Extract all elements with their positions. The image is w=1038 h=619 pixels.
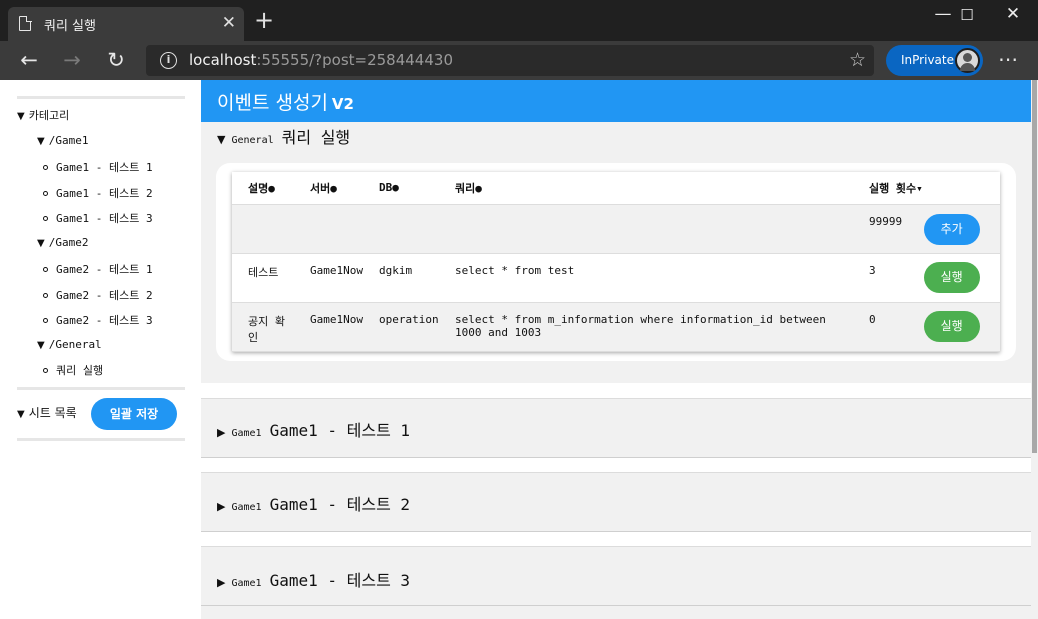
- bullet-icon: [43, 293, 48, 298]
- row-server: Game1Now: [294, 302, 363, 352]
- section-header-general[interactable]: ▼ General 쿼리 실행: [217, 124, 350, 148]
- tab-title: 쿼리 실행: [44, 19, 96, 34]
- app-title: 이벤트 생성기 V2: [217, 92, 354, 114]
- browser-tab[interactable]: 쿼리 실행 ✕: [8, 7, 244, 41]
- row-count: 3: [869, 263, 876, 277]
- bullet-icon: [43, 216, 48, 221]
- row-desc: 테스트: [232, 253, 294, 303]
- forward-arrow-icon[interactable]: →: [58, 48, 86, 72]
- column-header-desc[interactable]: 설명●: [232, 172, 294, 205]
- tree-item[interactable]: 쿼리 실행: [43, 362, 103, 378]
- expanded-triangle-icon: ▼: [217, 133, 226, 146]
- tree-item[interactable]: Game1 - 테스트 1: [43, 159, 153, 175]
- collapsed-triangle-icon: ▶: [217, 576, 226, 589]
- group-general[interactable]: ▼/General: [37, 338, 102, 351]
- divider: [201, 532, 1031, 546]
- desc-input[interactable]: [232, 204, 294, 254]
- add-button[interactable]: 추가: [923, 213, 980, 245]
- profile-avatar-icon: [955, 48, 980, 73]
- group-game1[interactable]: ▼/Game1: [37, 134, 88, 147]
- address-bar[interactable]: i localhost:55555/?post=258444430 ☆: [146, 45, 874, 76]
- db-input[interactable]: [363, 204, 439, 254]
- column-header-db[interactable]: DB●: [363, 172, 439, 205]
- server-input[interactable]: [294, 204, 363, 254]
- column-header-server[interactable]: 서버●: [294, 172, 363, 205]
- section-header[interactable]: ▶ Game1 Game1 - 테스트 3: [217, 567, 410, 591]
- tree-item[interactable]: Game1 - 테스트 2: [43, 185, 153, 201]
- sidebar: ▼ 카테고리 ▼/Game1 Game1 - 테스트 1 Game1 - 테스트 …: [0, 80, 200, 619]
- row-query: select * from m_information where inform…: [439, 302, 869, 352]
- sheet-list-toggle[interactable]: ▼ 시트 목록: [17, 404, 77, 421]
- collapsed-triangle-icon: ▶: [217, 426, 226, 439]
- row-query: select * from test: [439, 253, 869, 303]
- run-button[interactable]: 실행: [923, 310, 980, 342]
- page-viewport: ▼ 카테고리 ▼/Game1 Game1 - 테스트 1 Game1 - 테스트 …: [0, 80, 1038, 619]
- close-window-button[interactable]: ✕: [990, 4, 1036, 24]
- bullet-icon: [43, 368, 48, 373]
- expanded-triangle-icon: ▼: [17, 409, 25, 420]
- scrollbar-thumb[interactable]: [1032, 80, 1037, 453]
- category-toggle[interactable]: ▼ 카테고리: [17, 107, 69, 123]
- save-all-button[interactable]: 일괄 저장: [91, 398, 177, 430]
- browser-toolbar: ← → ↻ i localhost:55555/?post=258444430 …: [0, 41, 1038, 80]
- refresh-icon[interactable]: ↻: [102, 48, 130, 72]
- divider: [17, 438, 185, 441]
- query-table: 설명● 서버● DB● 쿼리● 실행 횟수▾ 99999 추가 테스트 Game…: [232, 172, 1000, 352]
- app-version: V2: [331, 95, 354, 113]
- bullet-icon: [43, 165, 48, 170]
- expanded-triangle-icon: ▼: [37, 136, 45, 147]
- inprivate-button[interactable]: InPrivate: [886, 45, 983, 76]
- tree-item[interactable]: Game2 - 테스트 3: [43, 312, 153, 328]
- new-tab-button[interactable]: +: [254, 8, 274, 32]
- page-icon: [19, 15, 32, 31]
- maximize-button[interactable]: ☐: [944, 6, 990, 24]
- row-server: Game1Now: [294, 253, 363, 303]
- browser-tab-strip: 쿼리 실행 ✕ + — ☐ ✕: [0, 0, 1038, 41]
- query-input[interactable]: [439, 204, 869, 254]
- section-panel[interactable]: ▶ Game1 Game1 - 테스트 1: [201, 398, 1031, 458]
- table-row: 공지 확인 Game1Now operation select * from m…: [232, 302, 1000, 352]
- query-card: 설명● 서버● DB● 쿼리● 실행 횟수▾ 99999 추가 테스트 Game…: [216, 163, 1016, 361]
- group-game2[interactable]: ▼/Game2: [37, 236, 88, 249]
- tab-close-icon[interactable]: ✕: [222, 13, 236, 33]
- page-scrollbar[interactable]: [1031, 80, 1038, 619]
- divider: [201, 383, 1031, 398]
- divider: [201, 458, 1031, 472]
- run-button[interactable]: 실행: [923, 261, 980, 293]
- tree-item[interactable]: Game2 - 테스트 2: [43, 287, 153, 303]
- column-header-query[interactable]: 쿼리●: [439, 172, 869, 205]
- row-db: dgkim: [363, 253, 439, 303]
- back-arrow-icon[interactable]: ←: [15, 48, 43, 72]
- column-header-count[interactable]: 실행 횟수▾: [869, 172, 1000, 205]
- table-row: 테스트 Game1Now dgkim select * from test 3 …: [232, 253, 1000, 303]
- expanded-triangle-icon: ▼: [17, 111, 25, 122]
- collapsed-triangle-icon: ▶: [217, 500, 226, 513]
- tree-item[interactable]: Game2 - 테스트 1: [43, 261, 153, 277]
- count-input[interactable]: 99999: [869, 215, 917, 228]
- site-info-icon[interactable]: i: [160, 52, 177, 69]
- section-header[interactable]: ▶ Game1 Game1 - 테스트 1: [217, 417, 410, 441]
- main-content: 이벤트 생성기 V2 ▼ General 쿼리 실행 설명● 서버● DB● 쿼리● …: [201, 80, 1031, 619]
- bullet-icon: [43, 191, 48, 196]
- expanded-triangle-icon: ▼: [37, 238, 45, 249]
- app-header: 이벤트 생성기 V2: [201, 80, 1031, 122]
- bullet-icon: [43, 267, 48, 272]
- section-panel[interactable]: ▶ Game1 Game1 - 테스트 2: [201, 472, 1031, 532]
- divider: [17, 96, 185, 99]
- inprivate-label: InPrivate: [901, 53, 954, 67]
- row-desc: 공지 확인: [232, 302, 294, 352]
- url-text[interactable]: localhost:55555/?post=258444430: [189, 51, 453, 69]
- divider: [17, 387, 185, 390]
- expanded-triangle-icon: ▼: [37, 340, 45, 351]
- tree-item[interactable]: Game1 - 테스트 3: [43, 210, 153, 226]
- row-db: operation: [363, 302, 439, 352]
- section-header[interactable]: ▶ Game1 Game1 - 테스트 2: [217, 491, 410, 515]
- bullet-icon: [43, 318, 48, 323]
- new-query-row: 99999 추가: [232, 204, 1000, 254]
- more-menu-icon[interactable]: ⋯: [998, 47, 1018, 71]
- row-count: 0: [869, 312, 876, 326]
- section-panel[interactable]: ▶ Game1 Game1 - 테스트 3: [201, 546, 1031, 606]
- favorite-star-icon[interactable]: ☆: [849, 49, 866, 71]
